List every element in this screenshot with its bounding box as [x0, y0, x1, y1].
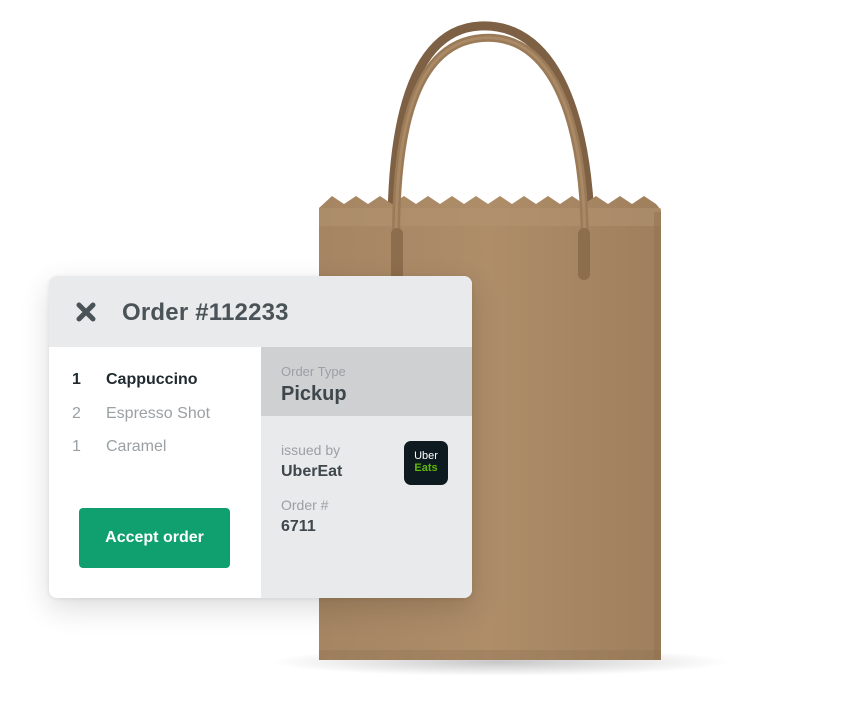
item-name: Cappuccino — [106, 371, 198, 388]
close-x-icon — [76, 302, 96, 322]
order-type-value: Pickup — [281, 383, 347, 405]
logo-text-top: Uber — [414, 450, 438, 462]
list-item: 1 Caramel — [49, 438, 261, 462]
uber-eats-logo: Uber Eats — [404, 441, 448, 485]
order-title: Order #112233 — [122, 299, 289, 326]
order-number-value: 6711 — [281, 518, 316, 535]
item-qty: 1 — [72, 438, 81, 455]
order-details-panel: Order Type Pickup issued by UberEat Orde… — [261, 347, 472, 598]
list-item: 1 Cappuccino — [49, 371, 261, 395]
item-qty: 2 — [72, 405, 81, 422]
issued-by-label: issued by — [281, 442, 341, 458]
order-number-label: Order # — [281, 497, 329, 513]
logo-text-bottom: Eats — [414, 462, 438, 474]
item-qty: 1 — [72, 371, 81, 388]
order-type-label: Order Type — [281, 364, 346, 379]
accept-order-button[interactable]: Accept order — [79, 508, 230, 568]
list-item: 2 Espresso Shot — [49, 405, 261, 429]
item-name: Caramel — [106, 438, 167, 455]
order-card: Order #112233 1 Cappuccino 2 Espresso Sh… — [49, 276, 472, 598]
issued-by-value: UberEat — [281, 463, 343, 480]
order-type-box: Order Type Pickup — [261, 347, 472, 416]
order-card-header: Order #112233 — [49, 276, 472, 347]
order-items-panel: 1 Cappuccino 2 Espresso Shot 1 Caramel A… — [49, 347, 261, 598]
close-button[interactable] — [73, 299, 99, 325]
item-name: Espresso Shot — [106, 405, 211, 422]
